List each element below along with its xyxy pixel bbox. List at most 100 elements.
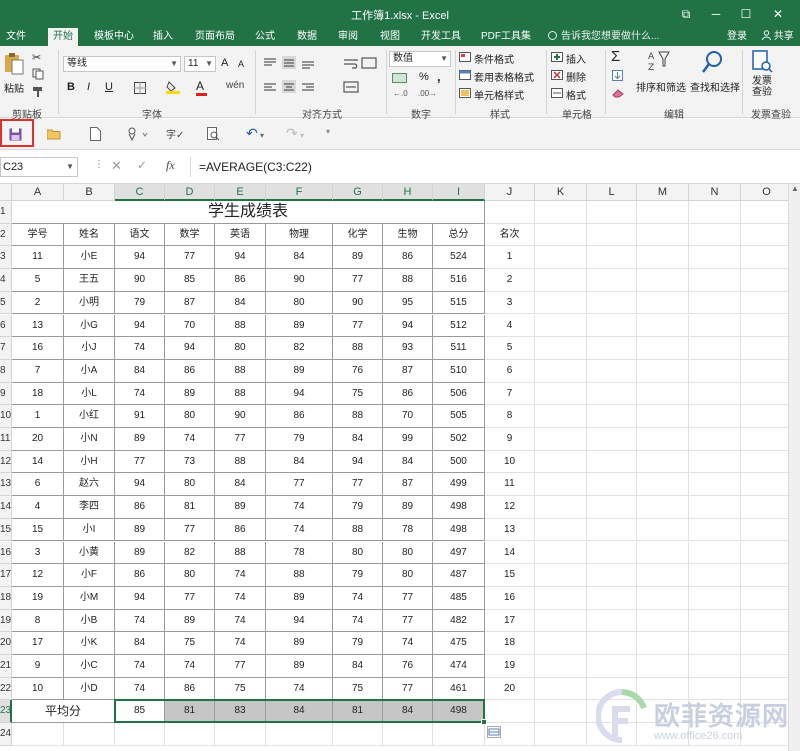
cell[interactable] (689, 473, 741, 497)
data-cell[interactable]: 18 (12, 382, 64, 406)
column-header-i[interactable]: I (433, 184, 485, 201)
column-header-c[interactable]: C (115, 184, 165, 201)
data-cell[interactable]: 小C (64, 655, 115, 678)
data-cell[interactable]: 74 (215, 609, 266, 633)
table-header[interactable]: 化学 (333, 223, 383, 247)
data-cell[interactable]: 77 (266, 473, 333, 497)
cell[interactable] (689, 246, 741, 270)
cell[interactable] (637, 609, 689, 633)
table-header[interactable]: 数学 (165, 223, 215, 247)
row-header-4[interactable]: 4 (0, 269, 12, 292)
tab-home[interactable]: 开始 (48, 28, 78, 46)
data-cell[interactable]: 14 (12, 450, 64, 474)
cell[interactable] (741, 337, 793, 360)
row-header-6[interactable]: 6 (0, 314, 12, 338)
cell[interactable] (587, 609, 637, 633)
cell[interactable] (741, 496, 793, 519)
data-cell[interactable]: 74 (266, 496, 333, 519)
data-cell[interactable]: 90 (266, 269, 333, 292)
cell[interactable] (689, 314, 741, 338)
data-cell[interactable]: 88 (333, 518, 383, 542)
rank-cell[interactable]: 8 (485, 405, 535, 428)
data-cell[interactable]: 77 (333, 314, 383, 338)
decrease-decimal-icon[interactable]: .00→ (418, 89, 437, 98)
cell[interactable] (535, 405, 587, 428)
percent-button[interactable]: % (419, 71, 429, 83)
data-cell[interactable]: 94 (115, 246, 165, 270)
column-header-n[interactable]: N (689, 184, 741, 201)
data-cell[interactable]: 84 (215, 473, 266, 497)
data-cell[interactable]: 74 (215, 586, 266, 610)
data-cell[interactable]: 75 (333, 677, 383, 701)
data-cell[interactable]: 16 (12, 337, 64, 360)
data-cell[interactable]: 499 (433, 473, 485, 497)
data-cell[interactable]: 19 (12, 586, 64, 610)
data-cell[interactable]: 2 (12, 291, 64, 315)
cell[interactable] (741, 201, 793, 224)
new-file-icon[interactable] (90, 127, 101, 141)
tab-developer[interactable]: 开发工具 (417, 28, 465, 46)
data-cell[interactable]: 80 (215, 337, 266, 360)
data-cell[interactable]: 487 (433, 564, 485, 587)
font-name-select[interactable]: 等线 ▼ (63, 56, 181, 72)
data-cell[interactable]: 13 (12, 314, 64, 338)
italic-button[interactable]: I (87, 81, 90, 93)
cell[interactable] (587, 269, 637, 292)
data-cell[interactable]: 89 (383, 496, 433, 519)
table-header[interactable]: 英语 (215, 223, 266, 247)
paste-button[interactable]: 粘贴 (4, 80, 24, 95)
cell[interactable] (741, 405, 793, 428)
cell[interactable] (587, 337, 637, 360)
row-header-9[interactable]: 9 (0, 382, 12, 406)
cell[interactable] (535, 450, 587, 474)
rank-cell[interactable]: 10 (485, 450, 535, 474)
cell[interactable] (741, 223, 793, 247)
copy-icon[interactable] (32, 68, 44, 80)
cell[interactable] (637, 291, 689, 315)
tab-formulas[interactable]: 公式 (250, 28, 280, 46)
cell[interactable] (587, 246, 637, 270)
cell[interactable] (741, 609, 793, 633)
data-cell[interactable]: 87 (383, 359, 433, 383)
cell[interactable] (689, 201, 741, 224)
rank-cell[interactable]: 2 (485, 269, 535, 292)
data-cell[interactable]: 89 (165, 382, 215, 406)
data-cell[interactable]: 75 (333, 382, 383, 406)
data-cell[interactable]: 500 (433, 450, 485, 474)
data-cell[interactable]: 小明 (64, 291, 115, 315)
data-cell[interactable]: 84 (115, 359, 165, 383)
row-header-7[interactable]: 7 (0, 337, 12, 360)
data-cell[interactable]: 76 (333, 359, 383, 383)
data-cell[interactable]: 506 (433, 382, 485, 406)
data-cell[interactable]: 84 (266, 450, 333, 474)
tab-data[interactable]: 数据 (292, 28, 322, 46)
formula-input[interactable]: =AVERAGE(C3:C22) (190, 157, 800, 177)
undo-icon[interactable]: ↶ ▾ (246, 125, 264, 142)
data-cell[interactable]: 77 (383, 586, 433, 610)
cell[interactable] (485, 700, 535, 724)
close-icon[interactable]: ✕ (768, 4, 788, 24)
rank-cell[interactable]: 9 (485, 428, 535, 451)
table-header[interactable]: 语文 (115, 223, 165, 247)
data-cell[interactable]: 84 (333, 428, 383, 451)
cell[interactable] (637, 246, 689, 270)
row-header-19[interactable]: 19 (0, 609, 12, 633)
cell[interactable] (535, 359, 587, 383)
table-header[interactable]: 物理 (266, 223, 333, 247)
data-cell[interactable]: 99 (383, 428, 433, 451)
data-cell[interactable]: 94 (333, 450, 383, 474)
cell[interactable] (64, 723, 115, 746)
tab-template-center[interactable]: 模板中心 (90, 28, 138, 46)
cell[interactable] (535, 609, 587, 633)
rank-cell[interactable]: 6 (485, 359, 535, 383)
tab-pdf-tools[interactable]: PDF工具集 (477, 28, 535, 46)
data-cell[interactable]: 12 (12, 564, 64, 587)
data-cell[interactable]: 89 (165, 609, 215, 633)
data-cell[interactable]: 74 (165, 655, 215, 678)
cell[interactable] (637, 201, 689, 224)
data-cell[interactable]: 77 (383, 677, 433, 701)
data-cell[interactable]: 88 (333, 337, 383, 360)
data-cell[interactable]: 94 (115, 314, 165, 338)
row-header-16[interactable]: 16 (0, 541, 12, 565)
vertical-scrollbar[interactable]: ▲ (788, 184, 800, 751)
